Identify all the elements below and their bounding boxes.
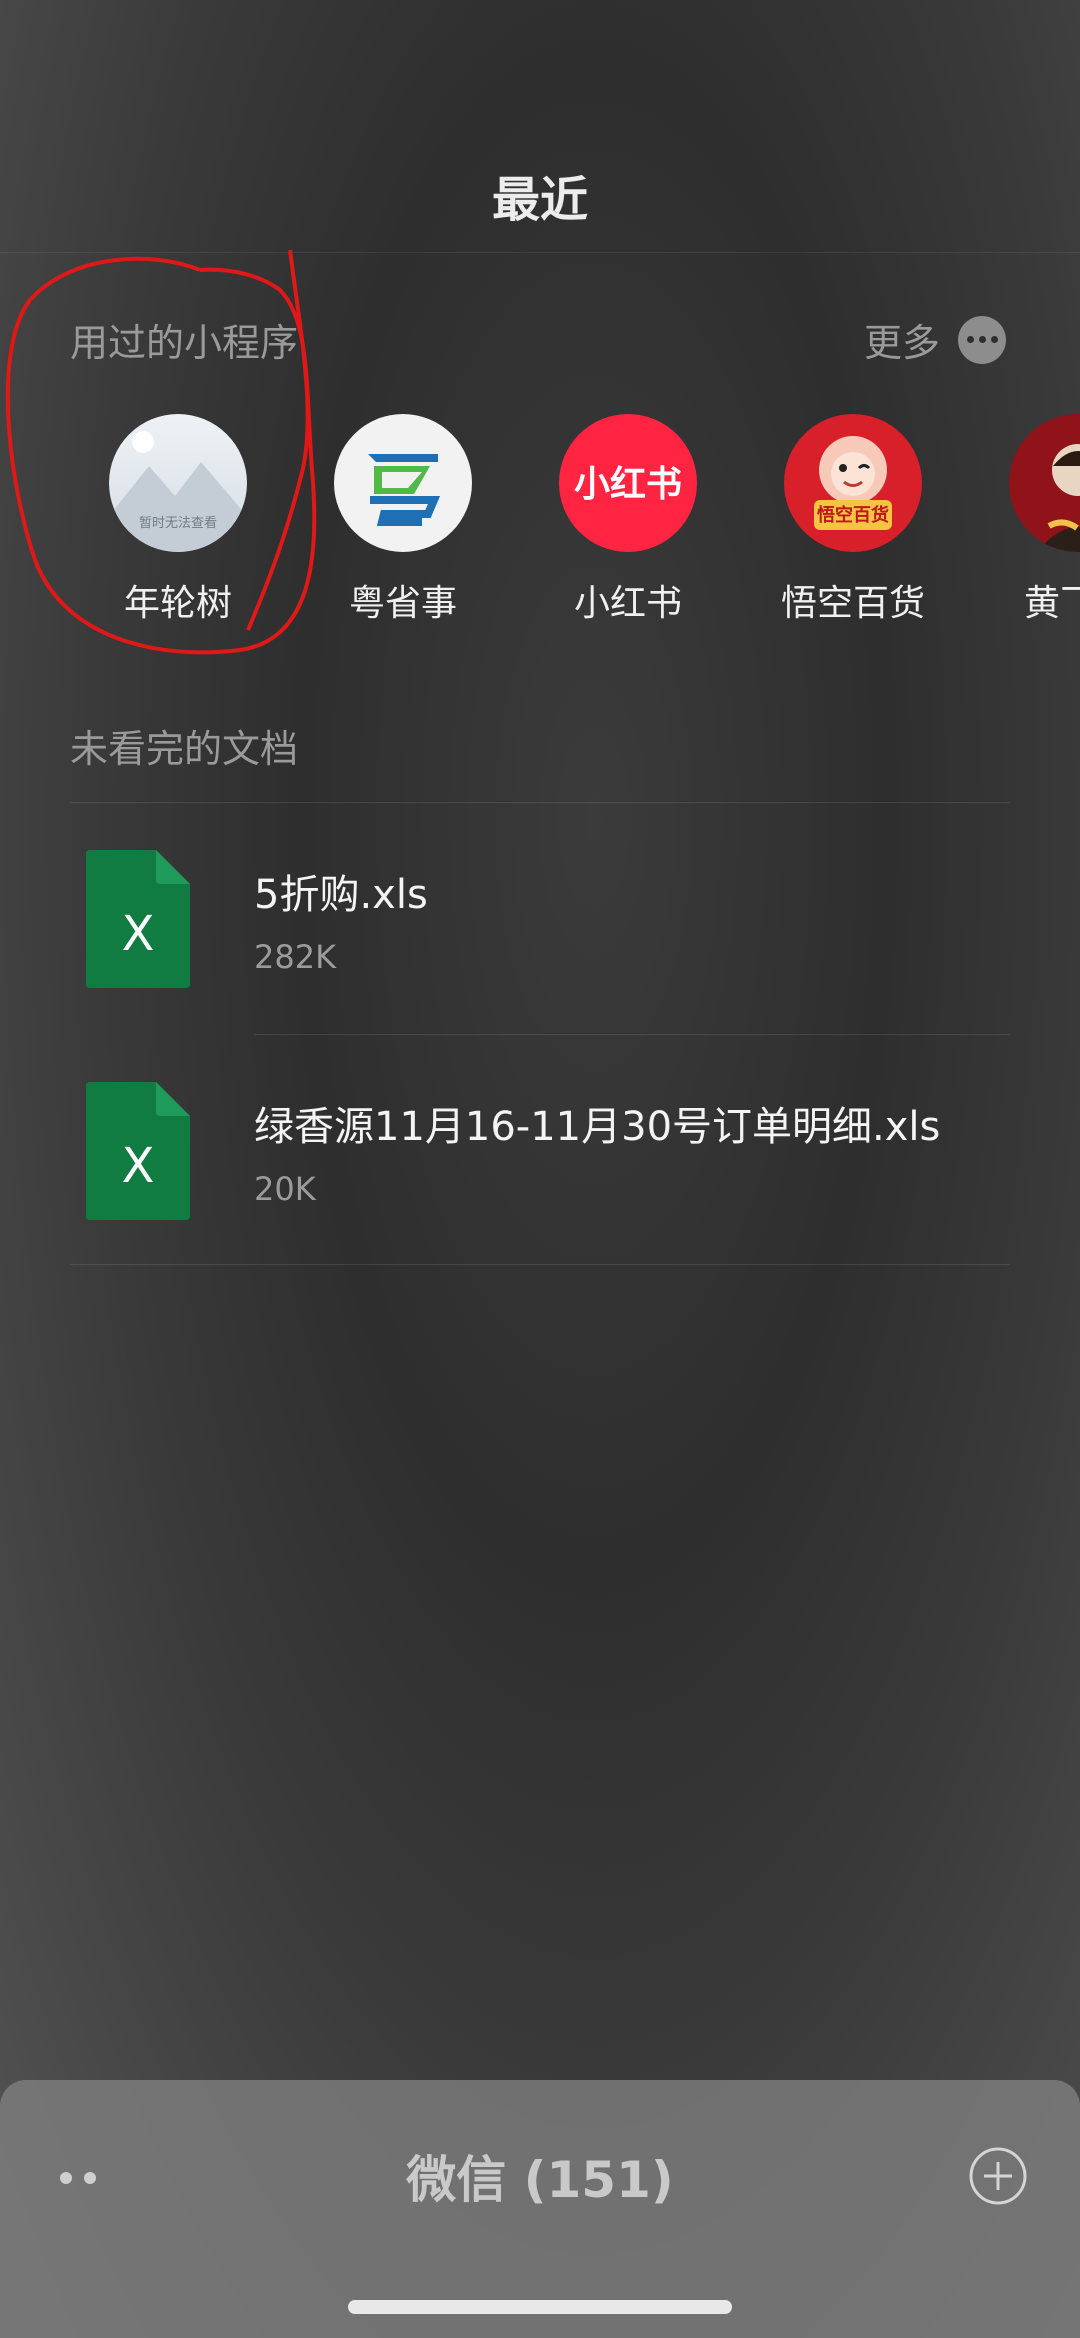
wukong-logo-text: 悟空百货 [817, 504, 889, 526]
header-divider [0, 252, 1080, 253]
yueshengshi-logo-icon [334, 414, 472, 552]
more-dots-icon [958, 315, 1006, 364]
document-row[interactable]: X 绿香源11月16-11月30号订单明细.xls 20K [0, 1036, 1080, 1266]
mini-program-label: 小红书 [573, 583, 682, 624]
mini-program-item[interactable]: 小红书 小红书 [528, 414, 728, 624]
wukong-monkey-logo-icon: 悟空百货 [784, 414, 922, 552]
more-label: 更多 [863, 321, 940, 365]
svg-text:X: X [122, 1138, 155, 1194]
document-name: 绿香源11月16-11月30号订单明细.xls [254, 1104, 941, 1150]
mini-program-label: 悟空百货 [780, 583, 925, 624]
xiaohongshu-logo-text: 小红书 [574, 464, 682, 505]
documents-heading: 未看完的文档 [70, 727, 299, 771]
portrait-avatar-icon [1009, 414, 1080, 552]
documents-bottom-divider [70, 1264, 1010, 1265]
mini-program-label: 黄飞鸿 [1023, 583, 1080, 624]
mini-program-item[interactable]: 暂时无法查看 年轮树 [78, 414, 278, 624]
excel-file-icon: X [86, 850, 190, 988]
excel-file-icon: X [86, 1082, 190, 1220]
document-size: 282K [254, 938, 337, 976]
document-row[interactable]: X 5折购.xls 282K [0, 804, 1080, 1034]
mini-programs-row: 暂时无法查看 年轮树 粤省事 小红书 小红书 悟空百货 悟空百货 黄飞 [0, 414, 1080, 624]
xiaohongshu-logo-icon: 小红书 [559, 414, 697, 552]
documents-divider [70, 802, 1010, 803]
placeholder-image-icon: 暂时无法查看 [109, 414, 247, 552]
mini-program-item[interactable]: 黄飞鸿 [978, 414, 1080, 624]
document-size: 20K [254, 1170, 316, 1208]
add-circle-icon[interactable] [968, 2146, 1028, 2206]
mini-program-label: 粤省事 [348, 583, 457, 624]
more-button[interactable]: 更多 [864, 312, 1006, 367]
mini-program-label: 年轮树 [123, 583, 232, 624]
home-indicator[interactable] [348, 2300, 732, 2314]
bottom-bar-title[interactable]: 微信 (151) [0, 2140, 1080, 2212]
mini-program-item[interactable]: 粤省事 [303, 414, 503, 624]
page-title: 最近 [491, 172, 588, 228]
mini-programs-heading: 用过的小程序 [70, 321, 299, 365]
placeholder-text: 暂时无法查看 [139, 515, 217, 531]
svg-text:X: X [122, 906, 155, 962]
document-divider [254, 1034, 1010, 1035]
document-name: 5折购.xls [254, 872, 428, 918]
mini-program-item[interactable]: 悟空百货 悟空百货 [753, 414, 953, 624]
